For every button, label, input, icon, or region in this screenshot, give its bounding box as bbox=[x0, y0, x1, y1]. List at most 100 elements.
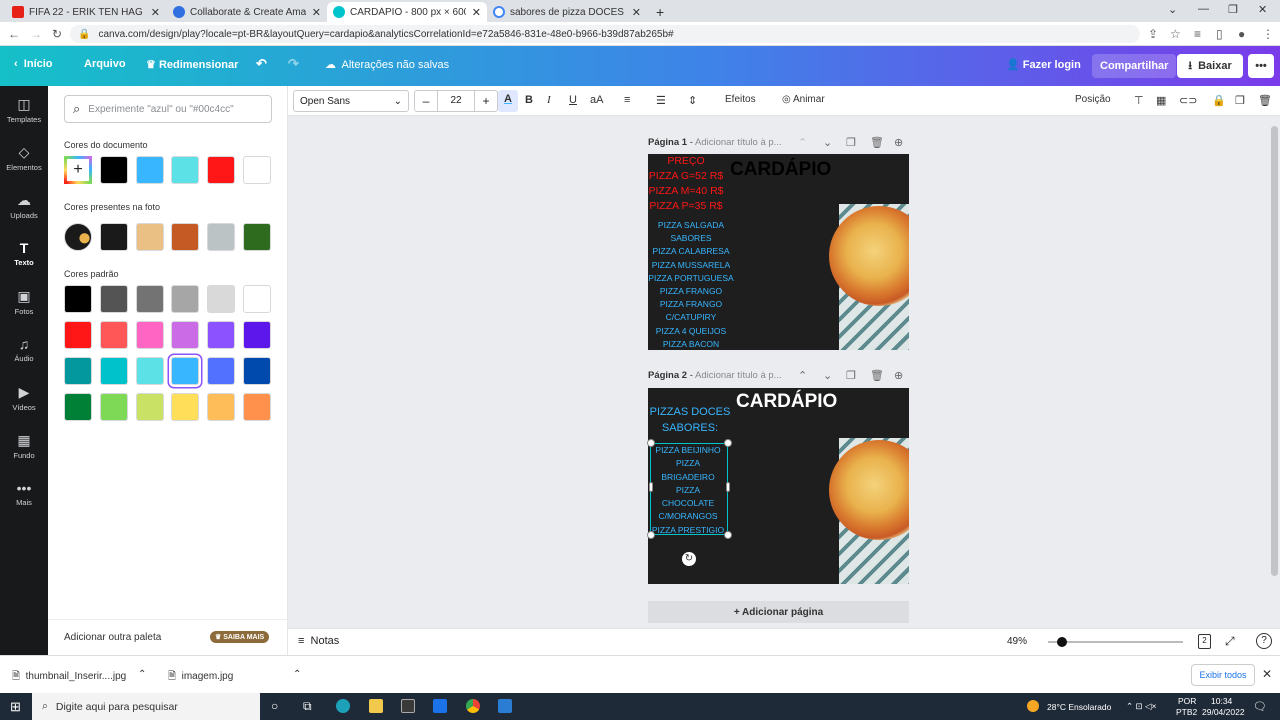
zoom-slider-knob[interactable] bbox=[1056, 637, 1067, 647]
close-window-icon[interactable]: ✕ bbox=[1258, 3, 1267, 16]
close-tab-icon[interactable]: ✕ bbox=[632, 6, 641, 19]
transparency-icon[interactable]: ▦ bbox=[1156, 94, 1166, 107]
browser-tab[interactable]: Collaborate & Create Amazing G ✕ bbox=[167, 2, 327, 22]
edge-icon[interactable] bbox=[336, 699, 350, 713]
color-swatch[interactable] bbox=[207, 321, 235, 349]
download-item[interactable]: 🗎 thumbnail_Inserir....jpg bbox=[12, 669, 126, 686]
undo-icon[interactable]: ↶ bbox=[256, 56, 267, 72]
notifications-icon[interactable]: 🗨 bbox=[1253, 700, 1267, 713]
color-swatch[interactable] bbox=[64, 285, 92, 313]
help-icon[interactable]: ? bbox=[1256, 633, 1272, 649]
fullscreen-icon[interactable]: ⤢ bbox=[1225, 634, 1235, 649]
color-swatch[interactable] bbox=[136, 156, 164, 184]
color-swatch[interactable] bbox=[100, 393, 128, 421]
photo-thumbnail[interactable] bbox=[64, 223, 92, 251]
redo-icon[interactable]: ↷ bbox=[288, 56, 299, 72]
resize-handle[interactable] bbox=[724, 531, 732, 539]
sweet-flavor-list[interactable]: PIZZA BEIJINHO PIZZA BRIGADEIRO PIZZA CHOCOL… bbox=[649, 444, 727, 537]
rail-item-uploads[interactable]: ☁ Uploads bbox=[0, 192, 48, 220]
unsaved-status[interactable]: ☁ Alterações não salvas bbox=[325, 58, 449, 71]
color-swatch[interactable] bbox=[243, 223, 271, 251]
close-downloads-icon[interactable]: ✕ bbox=[1262, 667, 1272, 681]
browser-tab[interactable]: sabores de pizza DOCES - Pesqu ✕ bbox=[487, 2, 647, 22]
color-swatch[interactable] bbox=[136, 321, 164, 349]
side-panel-icon[interactable]: ▯ bbox=[1216, 27, 1223, 41]
store-icon[interactable] bbox=[401, 699, 415, 713]
rail-item-videos[interactable]: ▶ Vídeos bbox=[0, 384, 48, 412]
color-swatch[interactable] bbox=[64, 393, 92, 421]
close-tab-icon[interactable]: ✕ bbox=[472, 6, 481, 19]
file-menu-button[interactable]: Arquivo bbox=[84, 58, 126, 70]
rail-item-audio[interactable]: ♫ Áudio bbox=[0, 336, 48, 363]
minimize-icon[interactable]: — bbox=[1198, 3, 1209, 15]
color-swatch[interactable] bbox=[100, 223, 128, 251]
browser-tab[interactable]: FIFA 22 - ERIK TEN HAG Face (Te ✕ bbox=[6, 2, 166, 22]
add-page-icon[interactable]: ⊕ bbox=[894, 369, 903, 382]
color-swatch[interactable] bbox=[136, 285, 164, 313]
close-tab-icon[interactable]: ✕ bbox=[312, 6, 321, 19]
color-swatch[interactable] bbox=[171, 321, 199, 349]
close-tab-icon[interactable]: ✕ bbox=[151, 6, 160, 19]
delete-page-icon[interactable]: 🗑 bbox=[870, 136, 884, 149]
clock-date[interactable]: 29/04/2022 bbox=[1202, 707, 1245, 717]
sweet-pizzas-heading[interactable]: PIZZAS DOCES SABORES: bbox=[648, 404, 732, 436]
language-indicator[interactable]: POR bbox=[1178, 696, 1196, 706]
login-button[interactable]: 👤 Fazer login bbox=[1006, 58, 1081, 71]
learn-more-badge[interactable]: ♛ SAIBA MAIS bbox=[210, 631, 270, 643]
color-swatch[interactable] bbox=[100, 321, 128, 349]
chevron-up-icon[interactable]: ⌃ bbox=[293, 669, 301, 680]
clock-time[interactable]: 10:34 bbox=[1211, 696, 1232, 706]
add-page-button[interactable]: + Adicionar página bbox=[648, 601, 909, 623]
color-swatch[interactable] bbox=[100, 156, 128, 184]
color-swatch[interactable] bbox=[136, 393, 164, 421]
profile-icon[interactable]: ● bbox=[1238, 27, 1245, 41]
decrease-size-button[interactable]: – bbox=[415, 94, 437, 108]
share-button[interactable]: Compartilhar bbox=[1092, 54, 1177, 78]
vertical-scrollbar[interactable] bbox=[1271, 126, 1278, 576]
forward-icon[interactable]: → bbox=[30, 27, 42, 41]
page-2-label[interactable]: Página 2 - Adicionar título à p... bbox=[648, 370, 782, 381]
page-1-label[interactable]: Página 1 - Adicionar título à p... bbox=[648, 137, 782, 148]
color-swatch[interactable] bbox=[171, 393, 199, 421]
color-swatch[interactable] bbox=[207, 393, 235, 421]
color-swatch[interactable] bbox=[243, 156, 271, 184]
delete-icon[interactable]: 🗑 bbox=[1258, 94, 1272, 107]
duplicate-icon[interactable]: ❐ bbox=[1235, 94, 1245, 107]
rail-item-templates[interactable]: ◫ Templates bbox=[0, 96, 48, 124]
zoom-slider[interactable] bbox=[1048, 637, 1183, 647]
page-count-button[interactable]: 2 bbox=[1198, 634, 1211, 649]
increase-size-button[interactable]: + bbox=[475, 94, 497, 108]
page-1-heading[interactable]: CARDÁPIO bbox=[730, 159, 831, 181]
browser-tab-active[interactable]: CARDÁPIO - 800 px × 600 px ✕ bbox=[327, 2, 487, 22]
rail-item-mais[interactable]: ••• Mais bbox=[0, 480, 48, 507]
animate-button[interactable]: ◎ Animar bbox=[782, 94, 825, 105]
color-swatch[interactable] bbox=[207, 285, 235, 313]
color-swatch[interactable] bbox=[207, 156, 235, 184]
share-page-icon[interactable]: ⇪ bbox=[1148, 27, 1158, 41]
resize-handle[interactable] bbox=[647, 439, 655, 447]
duplicate-page-icon[interactable]: ❐ bbox=[846, 369, 856, 382]
rotate-icon[interactable]: ↻ bbox=[682, 552, 696, 566]
color-swatch[interactable] bbox=[207, 223, 235, 251]
color-swatch[interactable] bbox=[64, 357, 92, 385]
show-all-button[interactable]: Exibir todos bbox=[1191, 664, 1255, 686]
color-swatch[interactable] bbox=[171, 357, 199, 385]
chrome-icon[interactable] bbox=[466, 699, 480, 713]
bold-button[interactable]: B bbox=[525, 94, 533, 106]
resize-handle[interactable] bbox=[647, 531, 655, 539]
color-swatch[interactable] bbox=[100, 357, 128, 385]
tab-search-icon[interactable]: ⌄ bbox=[1168, 3, 1177, 16]
url-field[interactable]: 🔒 canva.com/design/play?locale=pt-BR&lay… bbox=[70, 25, 1140, 43]
cortana-icon[interactable]: ○ bbox=[271, 699, 278, 713]
flavor-list[interactable]: PIZZA SALGADA SABORES PIZZA CALABRESA PIZZA… bbox=[648, 219, 734, 350]
mail-icon[interactable] bbox=[433, 699, 447, 713]
bookmark-star-icon[interactable]: ☆ bbox=[1170, 27, 1181, 41]
rail-item-fundo[interactable]: ▦ Fundo bbox=[0, 432, 48, 460]
reload-icon[interactable]: ↻ bbox=[52, 27, 62, 41]
download-button[interactable]: ⭳ Baixar bbox=[1177, 54, 1243, 78]
rail-item-texto[interactable]: T Texto bbox=[0, 240, 48, 267]
delete-page-icon[interactable]: 🗑 bbox=[870, 369, 884, 382]
color-swatch[interactable] bbox=[207, 357, 235, 385]
move-down-icon[interactable]: ⌄ bbox=[823, 369, 832, 382]
color-swatch[interactable] bbox=[64, 321, 92, 349]
